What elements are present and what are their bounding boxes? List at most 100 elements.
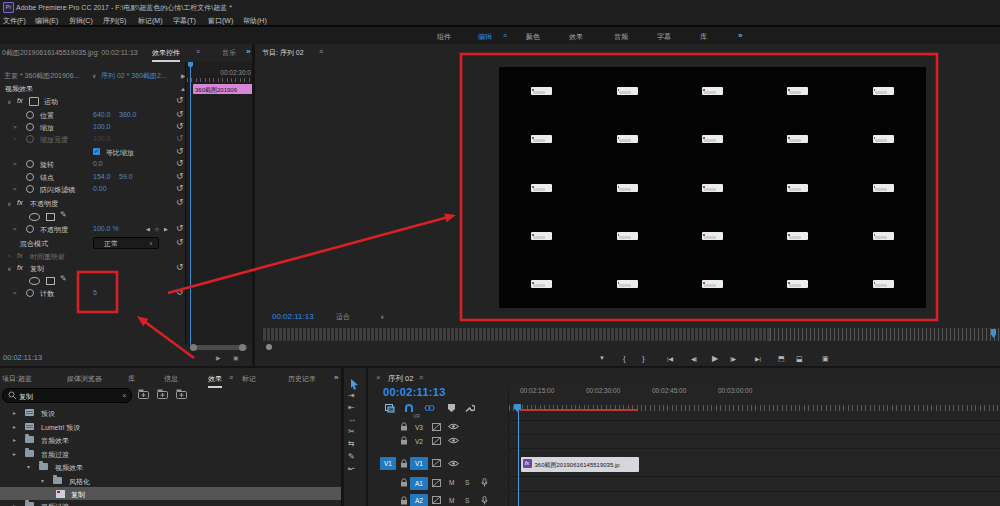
tree-row-视频过渡[interactable]: ▸视频过渡 (0, 499, 341, 506)
workspace-overflow-icon[interactable]: » (738, 31, 742, 40)
sync-lock-icon[interactable] (432, 437, 441, 445)
reset-icon[interactable]: ↺ (176, 133, 184, 143)
workspace-tab-效果[interactable]: 效果 (569, 32, 583, 42)
twirl-icon[interactable]: > (13, 124, 17, 130)
reset-icon[interactable]: ↺ (176, 262, 184, 272)
workspace-tab-音频[interactable]: 音频 (614, 32, 628, 42)
tree-twirl-icon[interactable]: ▾ (27, 463, 30, 470)
selection-tool[interactable] (350, 379, 360, 390)
mark-in-icon[interactable]: { (623, 354, 626, 363)
hand-tool[interactable]: ↜ (348, 464, 355, 473)
reset-icon[interactable]: ↺ (176, 197, 184, 207)
property-value[interactable]: 640.0 (93, 111, 111, 118)
extract-icon[interactable]: ⬓ (796, 355, 803, 363)
play-clip-icon[interactable]: ▶ (216, 354, 221, 361)
sync-lock-icon[interactable] (432, 496, 441, 504)
tab-历史记录[interactable]: 历史记录 (288, 374, 316, 384)
mute-track-button[interactable]: M (449, 479, 454, 486)
new-custom-bin-icon[interactable] (138, 389, 149, 399)
monitor-timecode[interactable]: 00:02:11:13 (272, 312, 314, 321)
checkbox[interactable]: ✓ (93, 148, 100, 155)
property-name[interactable]: 缩放宽度 (40, 135, 68, 145)
reset-icon[interactable]: ↺ (176, 183, 184, 193)
add-keyframe-icon[interactable]: ◇ (155, 226, 159, 232)
stopwatch-icon[interactable] (26, 123, 34, 131)
project-panel-menu-icon[interactable]: ≡ (229, 374, 233, 381)
property-name[interactable]: 位置 (40, 111, 54, 121)
property-name[interactable]: 不透明度 (40, 225, 68, 235)
checkbox-label[interactable]: 等比缩放 (106, 148, 134, 158)
twirl-icon[interactable]: > (13, 186, 17, 192)
property-name[interactable]: 锚点 (40, 173, 54, 183)
go-to-in-icon[interactable]: |◀ (667, 355, 673, 362)
twirl-icon[interactable]: > (13, 161, 17, 167)
tab-效果[interactable]: 效果 (208, 374, 222, 388)
tree-twirl-icon[interactable]: ▾ (41, 477, 44, 484)
panel-menu-icon[interactable]: ≡ (196, 48, 200, 55)
tab-audio[interactable]: 音乐 (222, 48, 236, 58)
play-icon[interactable]: ▶ (712, 354, 718, 363)
twirl-icon[interactable]: > (13, 290, 17, 296)
lane-scrollbar-left-handle[interactable] (190, 344, 197, 351)
track-target-V2[interactable]: V2 (410, 435, 428, 448)
workspace-tab-编辑[interactable]: 编辑 (478, 32, 492, 42)
tree-row-预设[interactable]: ▸预设 (0, 406, 341, 419)
property-name[interactable]: 缩放 (40, 123, 54, 133)
pen-tool[interactable]: ✎ (348, 452, 355, 461)
voiceover-record-mic-icon[interactable] (481, 496, 488, 505)
workspace-tab-组件[interactable]: 组件 (437, 32, 451, 42)
track-target-A1[interactable]: A1 (410, 477, 428, 490)
workspace-tab-字幕[interactable]: 字幕 (657, 32, 671, 42)
mask-ellipse-icon[interactable] (29, 213, 40, 221)
stopwatch-icon[interactable] (26, 289, 34, 297)
reset-icon[interactable]: ↺ (176, 287, 184, 297)
project-overflow-icon[interactable]: » (334, 373, 338, 382)
property-value[interactable]: 59.0 (119, 173, 133, 180)
track-lock-icon[interactable] (400, 478, 408, 487)
property-name[interactable]: 混合模式 (20, 239, 48, 249)
sync-lock-icon[interactable] (432, 459, 441, 467)
tab-项目:超蓝[interactable]: 项目:超蓝 (2, 374, 32, 384)
mask-pen-icon[interactable]: ✎ (60, 211, 67, 219)
property-value[interactable]: 360.0 (119, 111, 137, 118)
tree-twirl-icon[interactable]: ▸ (13, 409, 16, 416)
reset-icon[interactable]: ↺ (176, 158, 184, 168)
property-value[interactable]: 100.0 % (93, 225, 119, 232)
prev-keyframe-icon[interactable]: ◀ (146, 226, 150, 232)
step-back-icon[interactable]: ◀| (691, 355, 697, 362)
reset-icon[interactable]: ↺ (176, 121, 184, 131)
tab-标记[interactable]: 标记 (242, 374, 256, 384)
lane-playhead-line[interactable] (190, 62, 191, 345)
voiceover-record-mic-icon[interactable] (481, 478, 488, 487)
property-name[interactable]: 计数 (40, 289, 54, 299)
fit-dropdown[interactable]: 适合 (336, 312, 350, 322)
razor-tool[interactable]: ✂ (348, 427, 355, 436)
twirl-icon[interactable]: > (7, 253, 11, 259)
property-name[interactable]: 防闪烁滤镜 (40, 185, 75, 195)
mask-rect-icon[interactable] (46, 213, 55, 221)
effect-name[interactable]: 复制 (30, 264, 44, 274)
tab-sequence[interactable]: 序列 02 (388, 374, 413, 384)
track-select-tool[interactable]: ⇥ (348, 391, 355, 400)
monitor-ruler-dark[interactable] (770, 328, 1000, 341)
track-lock-icon[interactable] (400, 436, 408, 445)
tab-program-monitor[interactable]: 节目: 序列 02 (262, 48, 304, 58)
reset-icon[interactable]: ↺ (176, 146, 184, 156)
tab-库[interactable]: 库 (128, 374, 135, 384)
tree-twirl-icon[interactable]: ▸ (13, 502, 16, 506)
rolling-edit-tool[interactable]: ↔ (348, 415, 356, 424)
monitor-menu-icon[interactable]: ≡ (319, 48, 323, 55)
property-value[interactable]: 5 (93, 289, 97, 296)
tree-row-音频效果[interactable]: ▸音频效果 (0, 433, 341, 446)
workspace-tab-颜色[interactable]: 颜色 (526, 32, 540, 42)
workspace-tab-menu-icon[interactable]: ≡ (503, 32, 507, 39)
go-to-out-icon[interactable]: ▶| (755, 355, 761, 362)
toggle-track-output-eye-icon[interactable] (448, 437, 459, 444)
reset-icon[interactable]: ↺ (176, 95, 184, 105)
twirl-icon[interactable]: > (13, 226, 17, 232)
lane-ruler[interactable] (187, 78, 252, 82)
mute-track-button[interactable]: M (449, 497, 454, 504)
lane-clip[interactable]: 360截图201906 (193, 84, 252, 94)
workspace-tab-库[interactable]: 库 (700, 32, 707, 42)
track-target-V3[interactable]: V3 (410, 421, 428, 434)
